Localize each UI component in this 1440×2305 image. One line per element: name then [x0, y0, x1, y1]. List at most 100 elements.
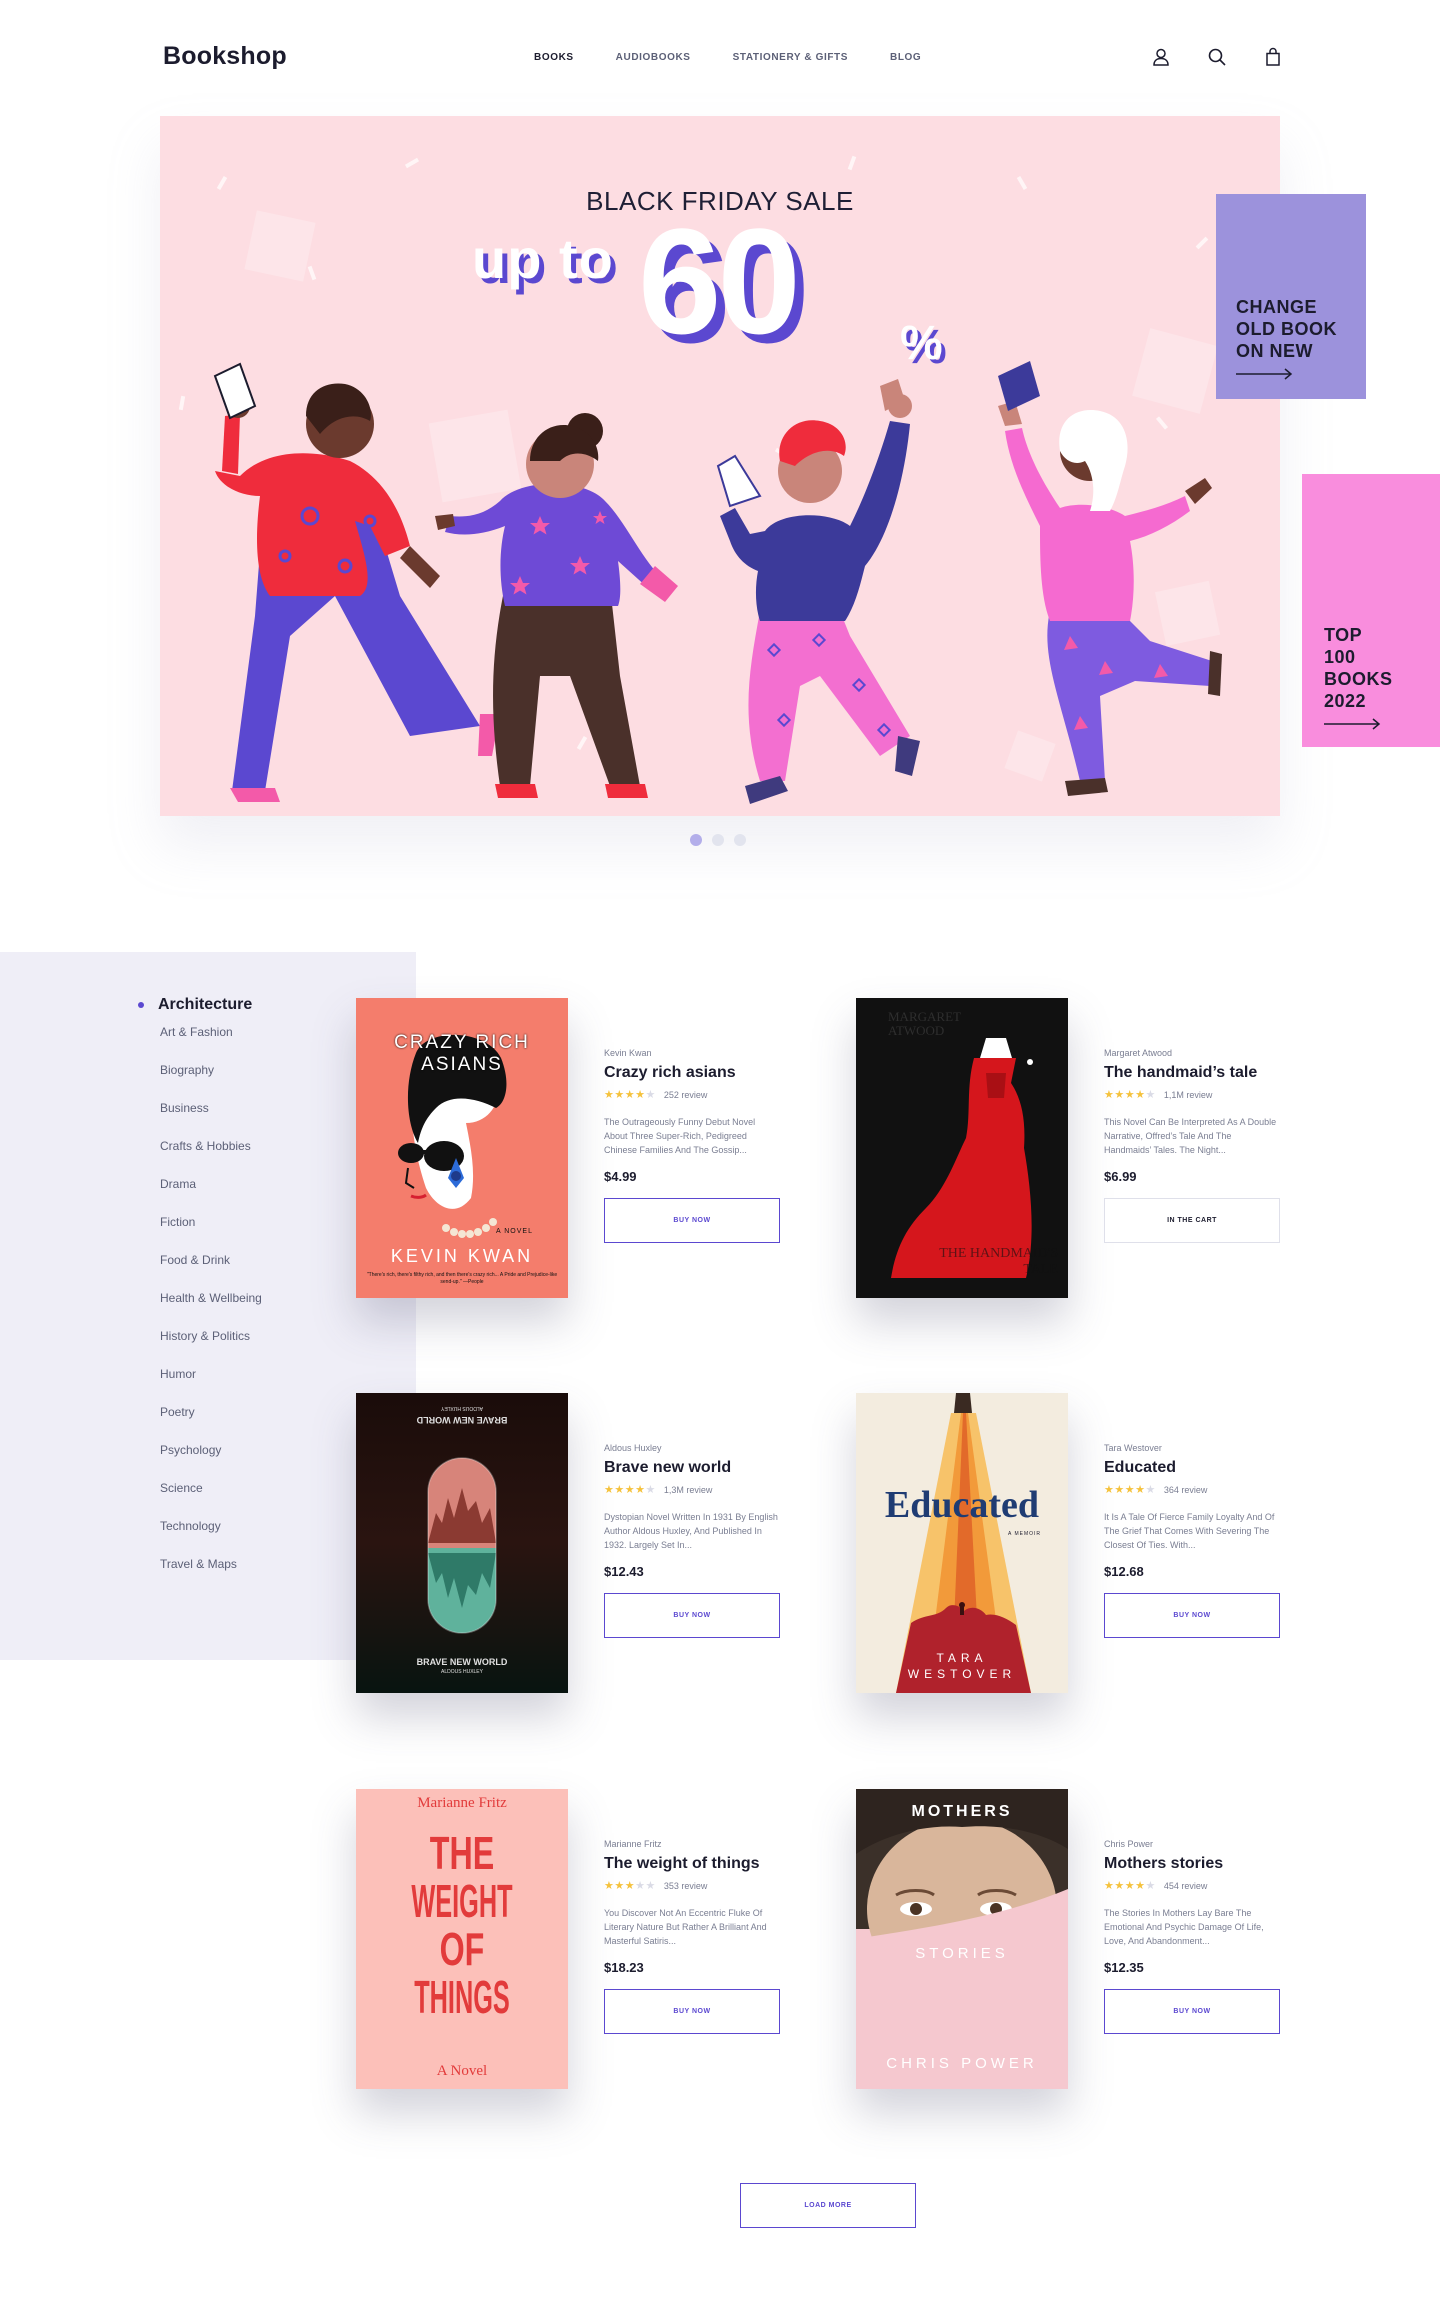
logo[interactable]: Bookshop — [163, 42, 287, 71]
star-filled-icon: ★ — [1104, 1484, 1115, 1496]
cover-word: WEIGHT — [411, 1875, 513, 1927]
book-title[interactable]: Educated — [1104, 1459, 1280, 1477]
book-cover[interactable]: MARGARET ATWOOD THE HANDMAID'S TALE — [856, 998, 1068, 1298]
book-card: MARGARET ATWOOD THE HANDMAID'S TALE Marg… — [856, 998, 1280, 1298]
active-bullet — [138, 1002, 144, 1008]
book-title[interactable]: The weight of things — [604, 1855, 780, 1873]
book-author: Margaret Atwood — [1104, 1048, 1173, 1058]
book-cover[interactable]: ALDOUS HUXLEY BRAVE NEW WORLD BRAVE NEW … — [356, 1393, 568, 1693]
book-reviews: 364 review — [1163, 1484, 1208, 1495]
book-author: Chris Power — [1104, 1839, 1154, 1849]
book-title[interactable]: Mothers stories — [1104, 1855, 1280, 1873]
book-cover[interactable]: Marianne Fritz THE WEIGHT OF THINGS A No… — [356, 1789, 568, 2089]
bag-icon[interactable] — [1262, 46, 1284, 68]
category-item[interactable]: Business — [160, 1100, 262, 1138]
nav-stationery-gifts[interactable]: STATIONERY & GIFTS — [733, 52, 848, 63]
cover-author: MARGARET ATWOOD — [888, 1009, 961, 1038]
book-rating: ★★★★★ 364 review — [1104, 1483, 1280, 1496]
cover-subtitle: A NOVEL — [496, 1228, 533, 1235]
book-cover[interactable]: MOTHERS STORIES CHRIS POWER — [856, 1789, 1068, 2089]
cover-author-inverted: ALDOUS HUXLEY — [441, 1405, 483, 1411]
carousel-dot[interactable] — [712, 834, 724, 846]
book-reviews: 353 review — [663, 1880, 708, 1891]
book-description: You Discover Not An Eccentric Fluke Of L… — [604, 1908, 767, 1946]
star-filled-icon: ★ — [1135, 1484, 1146, 1496]
star-filled-icon: ★ — [1135, 1089, 1146, 1101]
book-title[interactable]: The handmaid’s tale — [1104, 1064, 1280, 1082]
search-icon[interactable] — [1206, 46, 1228, 68]
category-label: Architecture — [158, 996, 253, 1013]
category-item[interactable]: Health & Wellbeing — [160, 1290, 262, 1328]
cover-subtitle: A Novel — [436, 2063, 488, 2079]
book-info: Kevin Kwan Crazy rich asians ★★★★★ 252 r… — [604, 1048, 780, 1243]
book-reviews: 252 review — [663, 1089, 708, 1100]
category-item[interactable]: Poetry — [160, 1404, 262, 1442]
category-item[interactable]: Travel & Maps — [160, 1556, 262, 1594]
book-rating: ★★★★★ 454 review — [1104, 1879, 1280, 1892]
cover-word: THINGS — [414, 1971, 510, 2023]
star-filled-icon: ★ — [1135, 1880, 1146, 1892]
book-reviews: 1,1M review — [1163, 1089, 1213, 1100]
star-filled-icon: ★ — [1114, 1880, 1125, 1892]
buy-now-button[interactable]: BUY NOW — [604, 1989, 780, 2034]
category-item[interactable]: Drama — [160, 1176, 262, 1214]
star-filled-icon: ★ — [624, 1089, 636, 1101]
category-item[interactable]: Science — [160, 1480, 262, 1518]
cover-title-inverted: BRAVE NEW WORLD — [416, 1415, 508, 1425]
book-rating: ★★★★★ 252 review — [604, 1088, 780, 1101]
star-filled-icon: ★ — [1104, 1089, 1115, 1101]
book-cover[interactable]: CRAZY RICH ASIANS A NOVEL KEVIN KWAN "Th… — [356, 998, 568, 1298]
cover-author-last: WESTOVER — [907, 1667, 1017, 1681]
cover-title-block: THE WEIGHT OF THINGS — [356, 1829, 568, 2021]
nav-blog[interactable]: BLOG — [890, 52, 921, 63]
star-filled-icon: ★ — [1124, 1880, 1136, 1892]
load-more-button[interactable]: LOAD MORE — [740, 2183, 916, 2228]
book-rating: ★★★★★ 1,3M review — [604, 1483, 780, 1496]
category-item[interactable]: Crafts & Hobbies — [160, 1138, 262, 1176]
category-item-active[interactable]: Architecture — [138, 996, 262, 1014]
buy-now-button[interactable]: BUY NOW — [604, 1593, 780, 1638]
book-card: Marianne Fritz THE WEIGHT OF THINGS A No… — [356, 1789, 780, 2089]
category-item[interactable]: Food & Drink — [160, 1252, 262, 1290]
category-item[interactable]: Psychology — [160, 1442, 262, 1480]
book-card: MOTHERS STORIES CHRIS POWER Chris Power … — [856, 1789, 1280, 2089]
cover-word: THE — [429, 1827, 495, 1879]
carousel-dot[interactable] — [734, 834, 746, 846]
user-icon[interactable] — [1150, 46, 1172, 68]
book-description: Dystopian Novel Written In 1931 By Engli… — [604, 1512, 778, 1550]
category-item[interactable]: Art & Fashion — [160, 1024, 262, 1062]
book-reviews: 1,3M review — [663, 1484, 713, 1495]
book-description: This Novel Can Be Interpreted As A Doubl… — [1104, 1117, 1277, 1155]
carousel-dot[interactable] — [690, 834, 702, 846]
category-item[interactable]: Technology — [160, 1518, 262, 1556]
star-filled-icon: ★ — [624, 1880, 636, 1892]
cover-quote: "There's rich, there's filthy rich, and … — [366, 1272, 558, 1285]
buy-now-button[interactable]: BUY NOW — [1104, 1989, 1280, 2034]
promo-change-old-book[interactable]: CHANGE OLD BOOK ON NEW — [1216, 194, 1366, 399]
category-item[interactable]: Humor — [160, 1366, 262, 1404]
buy-now-button[interactable]: BUY NOW — [604, 1198, 780, 1243]
star-filled-icon: ★ — [624, 1484, 636, 1496]
book-card: ALDOUS HUXLEY BRAVE NEW WORLD BRAVE NEW … — [356, 1393, 780, 1693]
in-cart-button[interactable]: IN THE CART — [1104, 1198, 1280, 1243]
book-cover[interactable]: Educated A MEMOIR TARA WESTOVER — [856, 1393, 1068, 1693]
category-item[interactable]: Biography — [160, 1062, 262, 1100]
book-info: Chris Power Mothers stories ★★★★★ 454 re… — [1104, 1839, 1280, 2034]
star-filled-icon: ★ — [635, 1484, 646, 1496]
category-list: Architecture Art & Fashion Biography Bus… — [138, 996, 262, 1594]
cover-word: OF — [439, 1923, 485, 1975]
hero-banner[interactable]: BLACK FRIDAY SALE up to 60 % — [160, 116, 1280, 816]
star-rating: ★★★★★ — [1104, 1879, 1156, 1892]
promo-top-100[interactable]: TOP 100 BOOKS 2022 — [1302, 474, 1440, 747]
category-item[interactable]: Fiction — [160, 1214, 262, 1252]
book-title[interactable]: Brave new world — [604, 1459, 780, 1477]
hero-percent: % — [900, 317, 943, 370]
buy-now-button[interactable]: BUY NOW — [1104, 1593, 1280, 1638]
carousel-dots — [690, 834, 746, 846]
cover-author: CHRIS POWER — [886, 2055, 1038, 2072]
book-title[interactable]: Crazy rich asians — [604, 1064, 780, 1082]
nav-audiobooks[interactable]: AUDIOBOOKS — [616, 52, 691, 63]
category-item[interactable]: History & Politics — [160, 1328, 262, 1366]
book-description: It Is A Tale Of Fierce Family Loyalty An… — [1104, 1512, 1275, 1550]
nav-books[interactable]: BOOKS — [534, 52, 574, 63]
